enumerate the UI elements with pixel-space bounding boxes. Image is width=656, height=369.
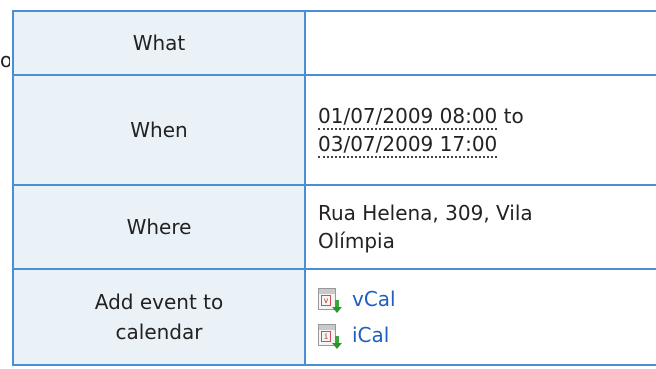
vcal-link-row[interactable]: v vCal (318, 281, 656, 317)
ical-link[interactable]: iCal (352, 321, 389, 349)
what-value (304, 10, 656, 76)
table-row-what: What (12, 10, 656, 76)
start-datetime: 01/07/2009 08:00 (318, 104, 498, 130)
where-label: Where (12, 184, 306, 270)
vcal-link[interactable]: vCal (352, 285, 396, 313)
add-to-calendar-label-line-1: Add event to (94, 290, 224, 314)
clipped-text-fragment: o (0, 48, 10, 72)
ical-link-row[interactable]: i iCal (318, 317, 656, 353)
calendar-links: v vCal i iCal (304, 268, 656, 366)
what-label: What (12, 10, 306, 76)
event-details-table: What When 01/07/2009 08:00 to 03/07/2009… (12, 10, 656, 366)
table-row-add-to-calendar: Add event to calendar v vCal i iCal (12, 268, 656, 366)
when-value: 01/07/2009 08:00 to 03/07/2009 17:00 (304, 74, 656, 186)
address-line-2: Olímpia (318, 229, 395, 253)
when-label: When (12, 74, 306, 186)
end-datetime: 03/07/2009 17:00 (318, 132, 498, 158)
table-row-when: When 01/07/2009 08:00 to 03/07/2009 17:0… (12, 74, 656, 186)
add-to-calendar-label: Add event to calendar (12, 268, 306, 366)
ical-download-icon[interactable]: i (318, 322, 342, 349)
vcal-download-icon[interactable]: v (318, 286, 342, 313)
add-to-calendar-label-line-2: calendar (115, 320, 203, 344)
table-row-where: Where Rua Helena, 309, Vila Olímpia (12, 184, 656, 270)
event-details-panel: o What When 01/07/2009 08:00 to 03/07/20… (0, 0, 656, 369)
address-line-1: Rua Helena, 309, Vila (318, 201, 533, 225)
where-value: Rua Helena, 309, Vila Olímpia (304, 184, 656, 270)
date-connector: to (503, 104, 524, 128)
